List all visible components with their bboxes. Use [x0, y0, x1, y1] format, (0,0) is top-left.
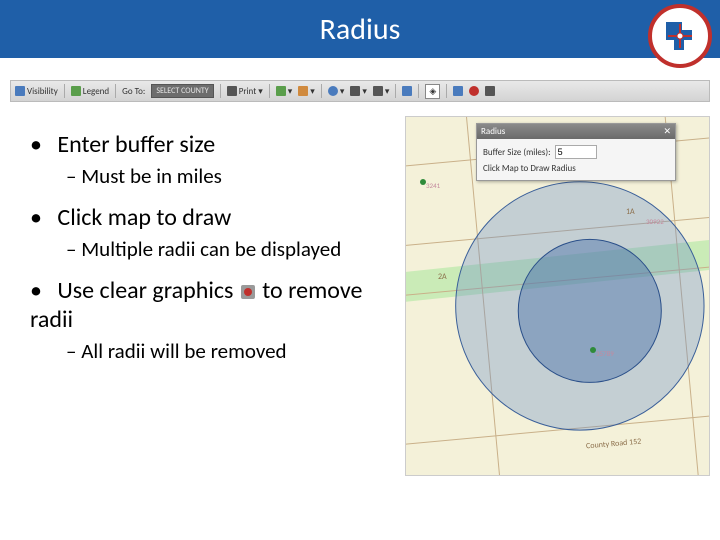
- toolbar-tool-3[interactable]: ▾: [350, 86, 367, 97]
- toolbar-info[interactable]: ▾: [328, 86, 345, 97]
- toolbar-tool-7[interactable]: [485, 86, 495, 96]
- toolbar-visibility[interactable]: Visibility: [15, 86, 58, 97]
- bullet-3: Use clear graphics to remove radii All r…: [30, 276, 401, 364]
- toolbar-tool-1[interactable]: ▾: [276, 86, 293, 97]
- tool-icon: [453, 86, 463, 96]
- map-pin-icon: [420, 179, 426, 185]
- bullet-2: Click map to draw Multiple radii can be …: [30, 203, 401, 262]
- tool-icon: [298, 86, 308, 96]
- tool-icon: [373, 86, 383, 96]
- panel-title: Radius: [481, 126, 505, 137]
- map-toolbar: Visibility Legend Go To: SELECT COUNTY P…: [10, 80, 710, 102]
- panel-hint: Click Map to Draw Radius: [483, 163, 669, 174]
- slide-title: Radius: [320, 11, 401, 48]
- toolbar-tool-5[interactable]: [402, 86, 412, 96]
- layers-icon: [15, 86, 25, 96]
- legend-icon: [71, 86, 81, 96]
- toolbar-radius-tool[interactable]: ◈: [425, 84, 440, 99]
- sub-bullet: Multiple radii can be displayed: [30, 236, 401, 262]
- bullet-list: Enter buffer size Must be in miles Click…: [10, 112, 405, 476]
- parcel-label: 30922: [646, 217, 664, 226]
- county-select[interactable]: SELECT COUNTY: [151, 84, 213, 98]
- parcel-label: 3241: [426, 181, 440, 190]
- radius-panel: Radius ✕ Buffer Size (miles): Click Map …: [476, 123, 676, 181]
- map-preview: 1A 2A 3241 30922 35789 County Road 152 R…: [405, 116, 710, 476]
- tool-icon: [485, 86, 495, 96]
- toolbar-goto-label: Go To:: [122, 86, 145, 97]
- info-icon: [328, 86, 338, 96]
- close-icon[interactable]: ✕: [663, 126, 671, 137]
- tool-icon: [276, 86, 286, 96]
- title-bar: Radius: [0, 0, 720, 58]
- print-icon: [227, 86, 237, 96]
- buffer-size-label: Buffer Size (miles):: [483, 147, 551, 158]
- sub-bullet: Must be in miles: [30, 163, 401, 189]
- tool-icon: [350, 86, 360, 96]
- panel-header: Radius ✕: [477, 124, 675, 139]
- clear-graphics-icon: [241, 285, 255, 299]
- toolbar-tool-4[interactable]: ▾: [373, 86, 390, 97]
- sub-bullet: All radii will be removed: [30, 338, 401, 364]
- agency-logo: [648, 4, 712, 68]
- buffer-size-input[interactable]: [555, 145, 597, 159]
- toolbar-legend[interactable]: Legend: [71, 86, 109, 97]
- toolbar-tool-2[interactable]: ▾: [298, 86, 315, 97]
- content-area: Enter buffer size Must be in miles Click…: [0, 112, 720, 476]
- chevron-down-icon: ▾: [258, 86, 263, 97]
- zone-label: 2A: [438, 272, 447, 282]
- parcel-label: 35789: [596, 349, 614, 358]
- clear-icon: [469, 86, 479, 96]
- zone-label: 1A: [626, 207, 635, 217]
- bullet-1: Enter buffer size Must be in miles: [30, 130, 401, 189]
- map-pin-icon: [590, 347, 596, 353]
- toolbar-print[interactable]: Print▾: [227, 86, 263, 97]
- toolbar-tool-6[interactable]: [453, 86, 463, 96]
- toolbar-clear[interactable]: [469, 86, 479, 96]
- tool-icon: [402, 86, 412, 96]
